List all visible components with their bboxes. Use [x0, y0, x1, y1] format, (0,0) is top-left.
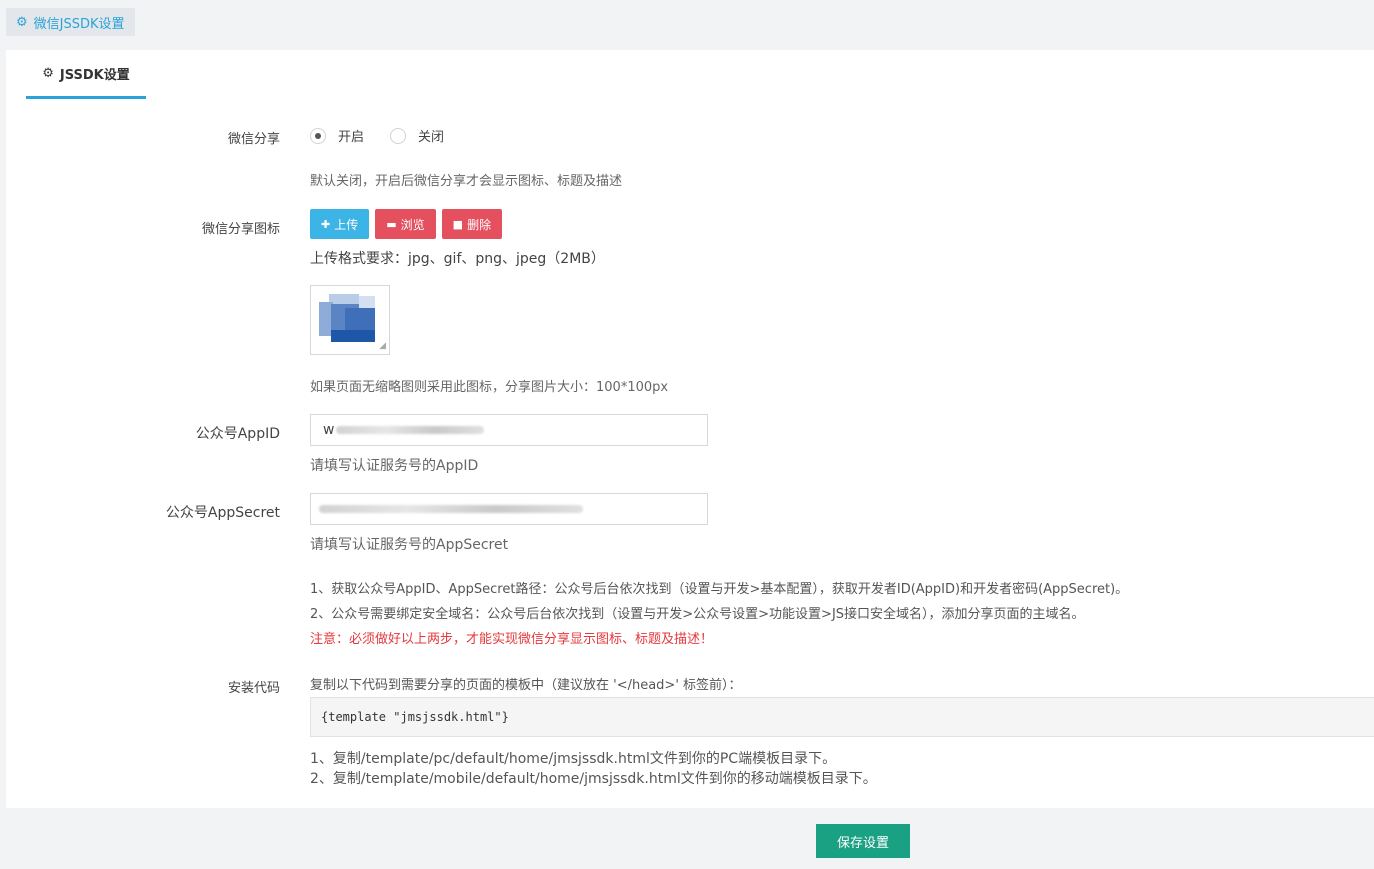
tab-label: JSSDK设置 — [59, 67, 130, 83]
upload-button[interactable]: ✚ 上传 — [310, 209, 370, 239]
appid-input[interactable]: w — [310, 414, 708, 446]
appsecret-input[interactable] — [310, 493, 708, 525]
appsecret-help: 请填写认证服务号的AppSecret — [310, 537, 509, 553]
share-icon-help: 如果页面无缩略图则采用此图标，分享图片大小：100*100px — [310, 380, 669, 395]
install-intro: 复制以下代码到需要分享的页面的模板中（建议放在 '</head>' 标签前）： — [310, 678, 742, 693]
browse-button-label: 浏览 — [400, 217, 425, 232]
browse-button[interactable]: ▬ 浏览 — [375, 209, 436, 239]
upload-button-label: 上传 — [334, 217, 359, 232]
upload-format-text: 上传格式要求：jpg、gif、png、jpeg（2MB） — [310, 251, 605, 267]
note-line-2: 2、公众号需要绑定安全域名：公众号后台依次找到（设置与开发>公众号设置>功能设置… — [310, 607, 1085, 622]
appid-value: w — [323, 422, 335, 438]
share-radio-group: 开启 关闭 — [310, 126, 470, 145]
share-off-radio[interactable] — [390, 127, 407, 144]
resize-corner-icon: ◢ — [379, 341, 386, 351]
delete-button[interactable]: ■ 删除 — [441, 209, 503, 239]
install-code-block[interactable]: {template "jmsjssdk.html"} — [310, 697, 1374, 737]
install-label: 安装代码 — [227, 681, 280, 696]
settings-panel: ⚙ JSSDK设置 微信分享 开启 关闭 默认关闭，开启后微信分享才会显示图标、… — [6, 50, 1374, 808]
gear-icon: ⚙ — [16, 14, 28, 30]
appid-redacted — [336, 426, 485, 434]
delete-button-label: 删除 — [467, 217, 492, 232]
tab-wechat-jssdk-settings[interactable]: ⚙ 微信JSSDK设置 — [6, 8, 135, 36]
plus-icon: ✚ — [321, 217, 331, 231]
install-step-2: 2、复制/template/mobile/default/home/jmsjss… — [310, 771, 877, 787]
appid-label: 公众号AppID — [195, 426, 280, 442]
tab-jssdk-settings[interactable]: ⚙ JSSDK设置 — [26, 50, 146, 99]
thumbnail-image — [319, 292, 375, 346]
appid-help: 请填写认证服务号的AppID — [310, 458, 479, 474]
note-warning: 注意：必须做好以上两步，才能实现微信分享显示图标、标题及描述！ — [310, 632, 714, 647]
share-on-radio[interactable] — [310, 127, 326, 144]
share-label: 微信分享 — [227, 132, 280, 147]
note-line-1: 1、获取公众号AppID、AppSecret路径：公众号后台依次找到（设置与开发… — [310, 582, 1129, 597]
tab-label: 微信JSSDK设置 — [33, 16, 125, 32]
share-icon-thumbnail[interactable]: ◢ — [310, 285, 390, 355]
share-on-label[interactable]: 开启 — [338, 126, 364, 145]
appsecret-label: 公众号AppSecret — [165, 505, 280, 521]
folder-icon: ▬ — [386, 217, 397, 231]
appsecret-redacted — [319, 505, 583, 513]
share-icon-label: 微信分享图标 — [201, 222, 280, 237]
gear-icon: ⚙ — [42, 65, 54, 81]
share-help: 默认关闭，开启后微信分享才会显示图标、标题及描述 — [310, 174, 623, 189]
save-button[interactable]: 保存设置 — [816, 824, 910, 858]
install-step-1: 1、复制/template/pc/default/home/jmsjssdk.h… — [310, 751, 837, 767]
upload-button-group: ✚ 上传 ▬ 浏览 ■ 删除 — [310, 209, 503, 239]
trash-icon: ■ — [452, 217, 464, 231]
share-off-label[interactable]: 关闭 — [418, 126, 444, 145]
